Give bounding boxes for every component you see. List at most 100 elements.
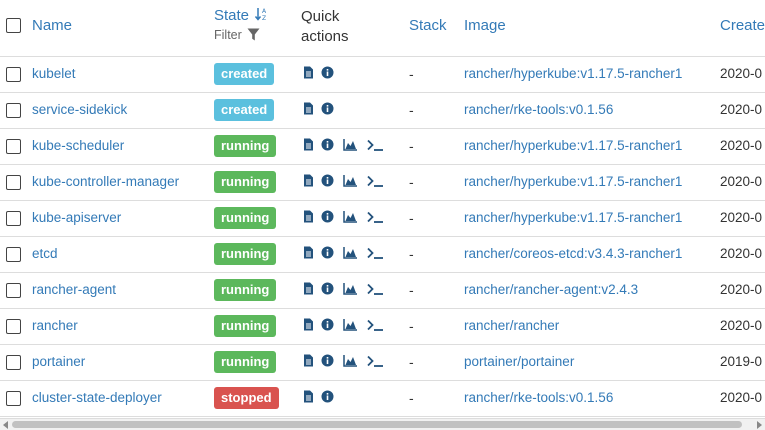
file-text-icon[interactable] bbox=[303, 282, 314, 298]
image-link[interactable]: portainer/portainer bbox=[464, 354, 574, 369]
area-chart-icon[interactable] bbox=[343, 246, 357, 262]
status-badge: running bbox=[214, 315, 277, 337]
area-chart-icon[interactable] bbox=[343, 174, 357, 190]
terminal-icon[interactable] bbox=[367, 138, 384, 154]
file-text-icon[interactable] bbox=[303, 246, 314, 262]
file-text-icon[interactable] bbox=[303, 354, 314, 370]
info-circle-icon[interactable] bbox=[321, 102, 334, 118]
created-value: 2020-0 bbox=[720, 174, 763, 189]
info-circle-icon[interactable] bbox=[321, 282, 334, 298]
stack-value: - bbox=[409, 390, 414, 406]
status-badge: running bbox=[214, 207, 277, 229]
stack-value: - bbox=[409, 102, 414, 118]
row-checkbox[interactable] bbox=[6, 139, 21, 154]
image-link[interactable]: rancher/hyperkube:v1.17.5-rancher1 bbox=[464, 138, 682, 153]
file-text-icon[interactable] bbox=[303, 210, 314, 226]
stack-value: - bbox=[409, 210, 414, 226]
image-link[interactable]: rancher/hyperkube:v1.17.5-rancher1 bbox=[464, 210, 682, 225]
quick-actions-header: Quick actions bbox=[301, 7, 371, 47]
info-circle-icon[interactable] bbox=[321, 174, 334, 190]
sort-name-header[interactable]: Name bbox=[32, 17, 72, 34]
sort-state-header[interactable]: State A Z bbox=[214, 7, 268, 24]
info-circle-icon[interactable] bbox=[321, 246, 334, 262]
row-checkbox[interactable] bbox=[6, 103, 21, 118]
row-checkbox[interactable] bbox=[6, 283, 21, 298]
terminal-icon[interactable] bbox=[367, 174, 384, 190]
svg-text:Z: Z bbox=[262, 15, 266, 21]
container-name-link[interactable]: service-sidekick bbox=[32, 102, 127, 117]
container-name-link[interactable]: cluster-state-deployer bbox=[32, 390, 162, 405]
info-circle-icon[interactable] bbox=[321, 354, 334, 370]
info-circle-icon[interactable] bbox=[321, 138, 334, 154]
container-name-link[interactable]: portainer bbox=[32, 354, 85, 369]
table-row: cluster-state-deployer stopped - rancher/rk… bbox=[0, 380, 765, 417]
row-checkbox[interactable] bbox=[6, 211, 21, 226]
image-link[interactable]: rancher/rke-tools:v0.1.56 bbox=[464, 102, 613, 117]
file-text-icon[interactable] bbox=[303, 390, 314, 406]
terminal-icon[interactable] bbox=[367, 318, 384, 334]
file-text-icon[interactable] bbox=[303, 102, 314, 118]
file-text-icon[interactable] bbox=[303, 138, 314, 154]
row-checkbox[interactable] bbox=[6, 355, 21, 370]
filter-label: Filter bbox=[214, 28, 242, 42]
table-header: Name State A Z Filter Quick actions Stac… bbox=[0, 0, 765, 57]
terminal-icon[interactable] bbox=[367, 246, 384, 262]
image-link[interactable]: rancher/hyperkube:v1.17.5-rancher1 bbox=[464, 174, 682, 189]
horizontal-scrollbar[interactable] bbox=[0, 418, 765, 430]
sort-stack-header[interactable]: Stack bbox=[409, 17, 447, 34]
select-all-checkbox[interactable] bbox=[6, 18, 21, 33]
table-row: etcd running - rancher/coreos-etcd:v3.4.3-r… bbox=[0, 236, 765, 273]
sort-created-header[interactable]: Create bbox=[720, 17, 765, 34]
image-link[interactable]: rancher/rancher-agent:v2.4.3 bbox=[464, 282, 638, 297]
info-circle-icon[interactable] bbox=[321, 66, 334, 82]
stack-value: - bbox=[409, 246, 414, 262]
state-filter-button[interactable]: Filter bbox=[214, 28, 260, 42]
terminal-icon[interactable] bbox=[367, 282, 384, 298]
file-text-icon[interactable] bbox=[303, 174, 314, 190]
status-badge: created bbox=[214, 63, 275, 85]
area-chart-icon[interactable] bbox=[343, 282, 357, 298]
info-circle-icon[interactable] bbox=[321, 390, 334, 406]
file-text-icon[interactable] bbox=[303, 318, 314, 334]
status-badge: running bbox=[214, 171, 277, 193]
scrollbar-thumb[interactable] bbox=[12, 421, 742, 428]
row-checkbox[interactable] bbox=[6, 391, 21, 406]
row-checkbox[interactable] bbox=[6, 319, 21, 334]
info-circle-icon[interactable] bbox=[321, 318, 334, 334]
info-circle-icon[interactable] bbox=[321, 210, 334, 226]
image-link[interactable]: rancher/rke-tools:v0.1.56 bbox=[464, 390, 613, 405]
row-checkbox[interactable] bbox=[6, 175, 21, 190]
container-name-link[interactable]: kube-apiserver bbox=[32, 210, 121, 225]
status-badge: running bbox=[214, 351, 277, 373]
scroll-left-arrow[interactable] bbox=[3, 421, 8, 429]
area-chart-icon[interactable] bbox=[343, 318, 357, 334]
created-value: 2020-0 bbox=[720, 210, 763, 225]
filter-icon bbox=[247, 28, 260, 41]
table-row: kubelet created - rancher/hyperkube:v1.17.5… bbox=[0, 56, 765, 93]
created-value: 2020-0 bbox=[720, 318, 763, 333]
scroll-right-arrow[interactable] bbox=[757, 421, 762, 429]
file-text-icon[interactable] bbox=[303, 66, 314, 82]
terminal-icon[interactable] bbox=[367, 354, 384, 370]
sort-image-header[interactable]: Image bbox=[464, 17, 506, 34]
container-name-link[interactable]: kube-scheduler bbox=[32, 138, 124, 153]
container-name-link[interactable]: etcd bbox=[32, 246, 58, 261]
image-link[interactable]: rancher/hyperkube:v1.17.5-rancher1 bbox=[464, 66, 682, 81]
status-badge: stopped bbox=[214, 387, 279, 409]
created-value: 2020-0 bbox=[720, 246, 763, 261]
container-name-link[interactable]: rancher bbox=[32, 318, 78, 333]
image-link[interactable]: rancher/rancher bbox=[464, 318, 559, 333]
row-checkbox[interactable] bbox=[6, 67, 21, 82]
image-link[interactable]: rancher/coreos-etcd:v3.4.3-rancher1 bbox=[464, 246, 682, 261]
row-checkbox[interactable] bbox=[6, 247, 21, 262]
area-chart-icon[interactable] bbox=[343, 354, 357, 370]
terminal-icon[interactable] bbox=[367, 210, 384, 226]
container-name-link[interactable]: kubelet bbox=[32, 66, 76, 81]
area-chart-icon[interactable] bbox=[343, 210, 357, 226]
container-name-link[interactable]: rancher-agent bbox=[32, 282, 116, 297]
stack-value: - bbox=[409, 174, 414, 190]
table-row: kube-controller-manager running - rancher/h… bbox=[0, 164, 765, 201]
status-badge: running bbox=[214, 135, 277, 157]
container-name-link[interactable]: kube-controller-manager bbox=[32, 174, 179, 189]
area-chart-icon[interactable] bbox=[343, 138, 357, 154]
